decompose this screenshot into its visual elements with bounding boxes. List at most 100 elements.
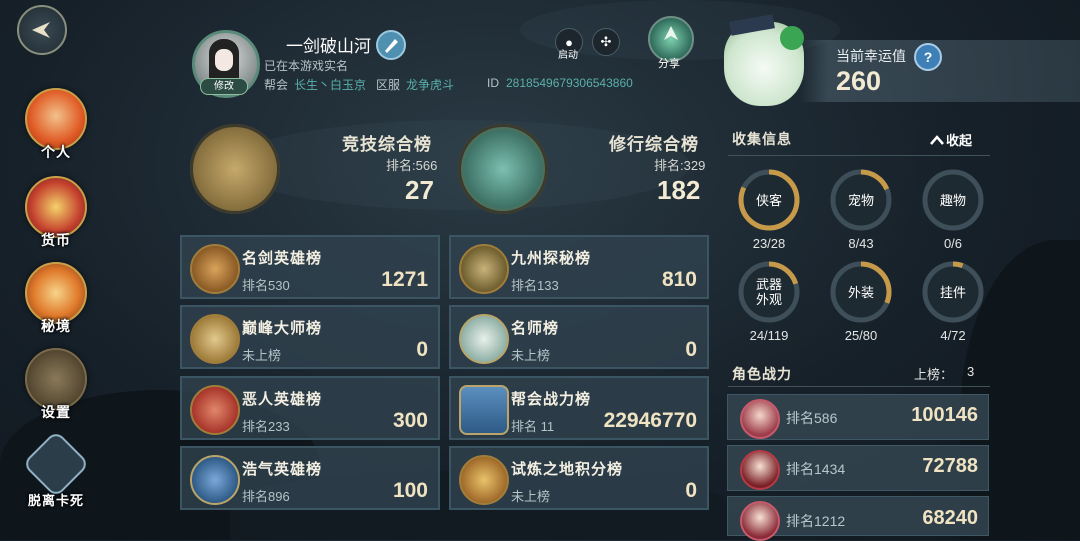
sword-emblem-icon [190,244,240,294]
person-icon [25,88,87,150]
sidebar-item-currency[interactable]: 货币 [22,176,90,250]
card-value: 0 [416,338,428,361]
collect-ring[interactable]: 外装 [829,260,893,324]
realname-status: 已在本游戏实名 [264,59,349,73]
card-value: 1271 [381,268,428,291]
power-onboard-label: 上榜： [914,367,954,382]
edit-profile-button[interactable]: 修改 [200,78,248,95]
power-row[interactable]: 排名1434 72788 [727,445,989,491]
cultivation-rank-position: 排名:329 [654,158,706,173]
card-title: 浩气英雄榜 [242,460,323,478]
pinwheel-icon: ✣ [600,34,612,49]
sidebar-item-secret-realm[interactable]: 秘境 [22,262,90,336]
collect-ring[interactable]: 侠客 [737,168,801,232]
collect-ring[interactable]: 趣物 [921,168,985,232]
arena-rank-medal-icon [190,124,280,214]
arena-rank-position: 排名:566 [386,158,438,173]
back-button[interactable] [17,5,67,55]
scroll-emblem-icon [459,314,509,364]
ring-count: 4/72 [940,328,966,343]
card-value: 100 [392,479,428,502]
treasure-icon [25,176,87,238]
server-value: 龙争虎斗 [406,78,455,92]
id-label: ID [487,76,499,90]
chevron-up-icon [930,134,944,145]
sidebar-item-label: 货币 [41,233,71,249]
rank-card[interactable]: 试炼之地积分榜 未上榜 0 [449,446,709,510]
collect-ring[interactable]: 武器 外观 [737,260,801,324]
player-name: 一剑破山河 [286,37,371,56]
rank-card[interactable]: 恶人英雄榜 排名233 300 [180,376,440,440]
ring-count: 8/43 [848,236,874,251]
ring-count: 23/28 [752,236,786,251]
guild-value: 长生丶白玉京 [294,78,367,92]
unstuck-gear-icon [22,430,90,498]
rank-card[interactable]: 九州探秘榜 排名133 810 [449,235,709,299]
dragon-mask-icon [25,262,87,324]
power-value: 100146 [911,404,978,426]
pinwheel-button[interactable]: ✣ [592,28,620,56]
sidebar-item-label: 设置 [41,405,71,421]
server-label: 区服 [376,78,401,92]
sidebar-item-settings[interactable]: 设置 [22,348,90,422]
card-title: 九州探秘榜 [511,249,592,267]
character-avatar [740,399,780,439]
rename-button[interactable] [376,30,406,60]
guild-label: 帮会 [264,78,289,92]
righteous-emblem-icon [190,455,240,505]
card-rank: 排名 11 [511,419,555,434]
rank-card[interactable]: 帮会战力榜 排名 11 22946770 [449,376,709,440]
share-icon [664,26,678,40]
luck-help-button[interactable]: ? [914,43,942,71]
ring-count: 24/119 [749,328,789,343]
villain-emblem-icon [190,385,240,435]
ring-label: 趣物 [939,192,966,208]
collect-title: 收集信息 [732,132,792,148]
card-value: 0 [685,479,697,502]
card-rank: 未上榜 [242,348,282,363]
rank-card[interactable]: 巅峰大师榜 未上榜 0 [180,305,440,369]
card-rank: 未上榜 [511,489,551,504]
collapse-button[interactable]: 收起 [930,130,972,149]
power-row[interactable]: 排名1212 68240 [727,496,989,541]
arena-rank-title: 竞技综合榜 [342,135,432,155]
card-rank: 排名233 [242,419,290,434]
character-avatar [740,501,780,541]
divider [728,386,990,387]
rank-card[interactable]: 浩气英雄榜 排名896 100 [180,446,440,510]
card-rank: 排名133 [511,278,559,293]
luck-value: 260 [836,66,882,96]
sidebar-item-personal[interactable]: 个人 [22,88,90,162]
cultivation-rank-medal-icon [458,124,548,214]
power-value: 68240 [922,507,978,529]
ring-label: 武器 外观 [755,277,782,307]
rank-card[interactable]: 名师榜 未上榜 0 [449,305,709,369]
sidebar-item-label: 秘境 [41,319,71,335]
ring-count: 0/6 [943,236,963,251]
ring-count: 25/80 [844,328,878,343]
card-rank: 排名530 [242,278,290,293]
rank-card[interactable]: 名剑英雄榜 排名530 1271 [180,235,440,299]
divider [728,155,990,156]
card-title: 名剑英雄榜 [242,249,323,267]
card-rank: 排名896 [242,489,290,504]
power-rank: 排名1212 [786,513,846,529]
back-arrow-icon [32,22,50,38]
card-value: 0 [685,338,697,361]
power-rank: 排名586 [786,410,838,426]
sidebar-item-label: 个人 [41,145,71,161]
ring-label: 外装 [847,284,874,300]
luck-label: 当前幸运值 [836,48,906,64]
crossed-swords-icon [190,314,240,364]
collect-ring[interactable]: 宠物 [829,168,893,232]
power-title: 角色战力 [732,367,792,383]
card-title: 名师榜 [511,319,560,337]
ring-label: 侠客 [755,192,782,208]
collect-ring[interactable]: 挂件 [921,260,985,324]
power-row[interactable]: 排名586 100146 [727,394,989,440]
collapse-label: 收起 [946,134,973,149]
card-title: 试炼之地积分榜 [511,460,624,478]
sidebar-item-unstuck[interactable]: 脱离卡死 [16,430,96,509]
card-rank: 未上榜 [511,348,551,363]
lucky-cat-icon [724,14,804,106]
